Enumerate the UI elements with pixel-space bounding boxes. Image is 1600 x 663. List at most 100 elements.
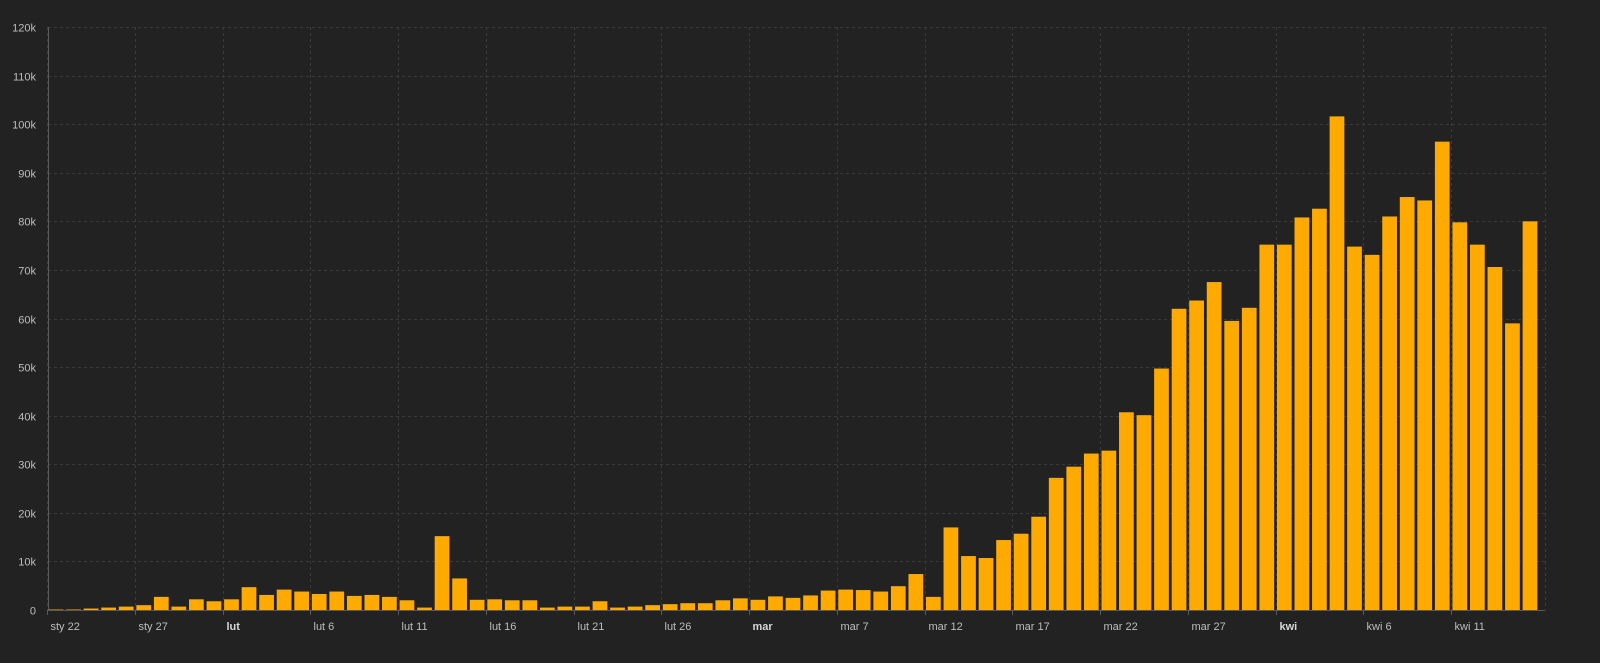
bar — [1119, 412, 1134, 610]
y-tick-label: 20k — [18, 509, 36, 521]
bar — [48, 609, 64, 611]
bar — [118, 606, 134, 610]
bar — [1399, 197, 1415, 611]
bar — [1013, 533, 1029, 610]
bar — [1487, 267, 1503, 610]
bar — [1031, 516, 1047, 610]
y-tick-label: 40k — [18, 412, 36, 424]
bar — [1417, 200, 1433, 610]
bar — [1505, 323, 1520, 610]
bar — [224, 599, 239, 610]
bar — [1241, 307, 1257, 610]
y-tick-label: 30k — [18, 460, 36, 472]
bar — [750, 599, 766, 610]
y-tick-label: 70k — [18, 266, 36, 278]
bar — [1329, 116, 1345, 610]
bar — [978, 558, 994, 610]
bar — [539, 607, 555, 610]
x-axis-labels: sty 22 sty 27 lut lut 6 lut 11 lut 16 lut 21 lu… — [51, 621, 1485, 633]
bar — [961, 556, 976, 610]
bar — [732, 598, 748, 610]
bar — [276, 589, 292, 610]
bar — [1189, 300, 1204, 610]
bar — [1224, 320, 1240, 610]
bar — [592, 601, 608, 610]
y-tick-label: 10k — [18, 557, 36, 569]
bars-layer — [48, 116, 1538, 611]
y-tick-label: 120k — [12, 23, 36, 35]
x-tick-label: mar 22 — [1104, 621, 1138, 633]
bar — [557, 606, 573, 610]
bar — [522, 600, 538, 610]
bar — [627, 606, 643, 610]
bar — [434, 536, 450, 610]
bar — [1048, 477, 1064, 610]
bar — [189, 599, 204, 610]
bar — [382, 596, 397, 610]
bar — [259, 594, 274, 610]
y-tick-label: 90k — [18, 169, 36, 181]
bar — [1469, 244, 1485, 610]
x-tick-label: sty 27 — [139, 621, 168, 633]
x-tick-label: lut — [227, 621, 241, 633]
bar — [101, 607, 117, 610]
x-tick-label: lut 6 — [314, 621, 335, 633]
bar — [943, 527, 959, 610]
bar — [768, 596, 783, 610]
bar — [83, 608, 99, 610]
x-tick-label: kwi 11 — [1455, 621, 1485, 633]
bar — [803, 595, 818, 610]
bar — [1136, 415, 1152, 610]
bar — [1154, 368, 1169, 610]
bar — [662, 604, 678, 610]
bar — [785, 597, 801, 610]
bar — [1347, 246, 1362, 610]
bar — [890, 586, 906, 610]
bar — [136, 605, 152, 610]
bar — [820, 590, 836, 610]
bar — [1382, 216, 1397, 610]
bar — [417, 607, 432, 610]
bar — [1294, 217, 1310, 610]
bar — [680, 603, 696, 610]
y-tick-label: 110k — [13, 72, 37, 84]
bar — [487, 599, 503, 610]
bar — [838, 589, 854, 610]
bar — [399, 600, 415, 610]
bar — [241, 587, 257, 610]
bar — [926, 596, 941, 610]
bar — [1101, 450, 1117, 610]
bar — [153, 596, 169, 610]
x-tick-label: mar 27 — [1192, 621, 1226, 633]
bar — [575, 606, 590, 610]
bar — [504, 600, 520, 610]
bar — [171, 606, 187, 610]
bar — [329, 591, 345, 610]
bar-chart: 0 10k 20k 30k 40k 50k 60k 70k 80k 90k 100k 110k 120k… — [12, 23, 1546, 633]
bar — [294, 591, 310, 610]
y-tick-label: 100k — [12, 120, 36, 132]
x-tick-label: sty 22 — [51, 621, 80, 633]
bar — [1364, 254, 1380, 611]
bar — [1206, 282, 1222, 610]
bar — [610, 607, 625, 610]
x-tick-label: mar — [753, 621, 774, 633]
bar — [855, 590, 871, 610]
x-tick-label: kwi — [1280, 621, 1298, 633]
chart-container: 0 10k 20k 30k 40k 50k 60k 70k 80k 90k 100k 110k 120k… — [0, 0, 1600, 658]
y-axis-labels: 0 10k 20k 30k 40k 50k 60k 70k 80k 90k 100k 110k 120k — [12, 23, 36, 618]
bar — [1171, 308, 1187, 610]
x-tick-label: lut 26 — [665, 621, 692, 633]
y-tick-label: 80k — [18, 217, 36, 229]
y-tick-label: 50k — [18, 363, 36, 375]
x-tick-label: mar 17 — [1016, 621, 1050, 633]
bar — [1312, 208, 1327, 610]
bar — [697, 603, 713, 610]
x-tick-label: lut 11 — [402, 621, 428, 633]
bar — [364, 594, 380, 610]
x-tick-label: lut 16 — [490, 621, 517, 633]
x-tick-label: lut 21 — [578, 621, 605, 633]
bar — [1259, 244, 1275, 610]
bar — [1276, 244, 1292, 610]
bar — [908, 574, 924, 610]
